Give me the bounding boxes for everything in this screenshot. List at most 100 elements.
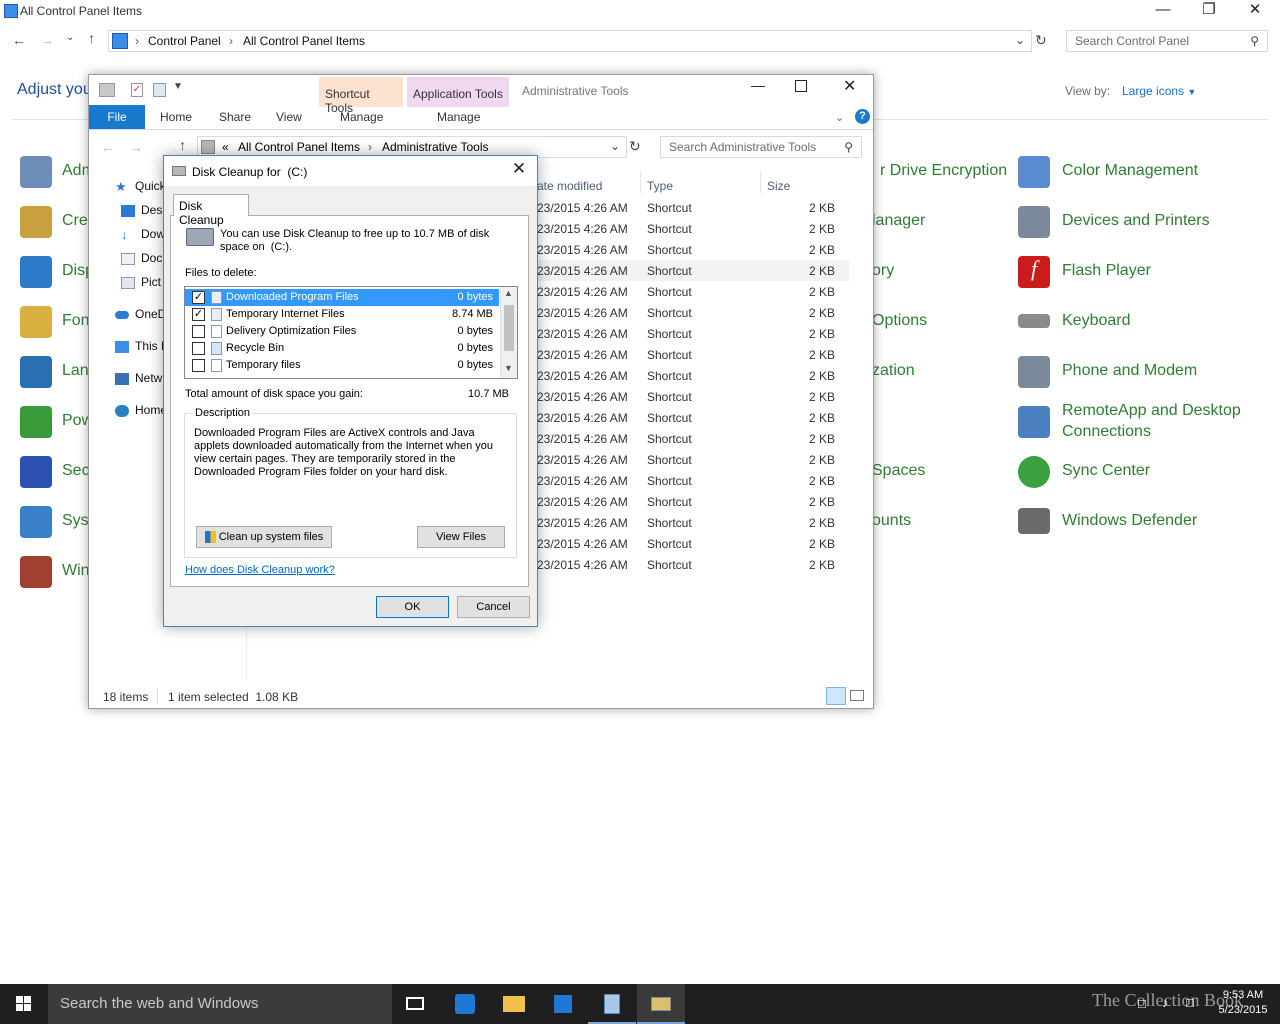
table-row[interactable]: 23/2015 4:26 AM Shortcut 2 KB: [529, 491, 849, 512]
tab-manage-application[interactable]: Manage: [437, 110, 480, 124]
properties-icon[interactable]: [99, 83, 115, 97]
breadcrumb-all-items[interactable]: All Control Panel Items: [243, 34, 365, 48]
expand-ribbon-icon[interactable]: ⌄: [835, 111, 844, 124]
taskbar-control-panel[interactable]: [588, 984, 636, 1024]
quick-access-dropdown-icon[interactable]: ▼: [173, 81, 183, 92]
address-dropdown-icon[interactable]: ⌄: [1015, 33, 1025, 47]
scroll-thumb[interactable]: [504, 305, 514, 351]
table-row[interactable]: 23/2015 4:26 AM Shortcut 2 KB: [529, 554, 849, 575]
tab-manage-shortcut[interactable]: Manage: [340, 110, 383, 124]
table-row[interactable]: 23/2015 4:26 AM Shortcut 2 KB: [529, 512, 849, 533]
cp-item-storage-spaces[interactable]: Spaces: [872, 462, 925, 480]
checkbox[interactable]: [192, 325, 205, 338]
taskbar-disk-cleanup[interactable]: [637, 984, 685, 1024]
table-row[interactable]: 23/2015 4:26 AM Shortcut 2 KB: [529, 449, 849, 470]
minimize-button[interactable]: —: [1140, 0, 1186, 22]
column-type[interactable]: Type: [647, 179, 673, 193]
tab-home[interactable]: Home: [160, 110, 192, 124]
close-button[interactable]: ✕: [1232, 0, 1278, 22]
help-link[interactable]: How does Disk Cleanup work?: [185, 564, 335, 576]
search-input[interactable]: Search Administrative Tools ⚲: [660, 136, 862, 158]
breadcrumb-control-panel[interactable]: Control Panel: [148, 34, 221, 48]
checkbox[interactable]: ✓: [192, 291, 205, 304]
tab-application-tools[interactable]: Application Tools: [407, 77, 509, 107]
nav-network[interactable]: Netw: [115, 371, 162, 385]
taskbar-file-explorer[interactable]: [490, 984, 538, 1024]
cp-item-manager[interactable]: lanager: [872, 212, 925, 230]
taskbar-store[interactable]: [539, 984, 587, 1024]
minimize-button[interactable]: —: [751, 77, 765, 93]
scroll-down-icon[interactable]: ▼: [504, 363, 513, 373]
close-button[interactable]: ✕: [507, 159, 531, 181]
table-row[interactable]: 23/2015 4:26 AM Shortcut 2 KB: [529, 323, 849, 344]
tab-view[interactable]: View: [276, 110, 302, 124]
search-input[interactable]: Search Control Panel ⚲: [1066, 30, 1268, 52]
nav-this-pc[interactable]: This P: [115, 339, 169, 353]
tab-shortcut-tools[interactable]: Shortcut Tools: [319, 77, 403, 115]
list-item[interactable]: Recycle Bin 0 bytes: [185, 340, 499, 357]
nav-onedrive[interactable]: OneD: [115, 307, 166, 321]
tab-file[interactable]: File: [89, 105, 145, 129]
tab-disk-cleanup[interactable]: Disk Cleanup: [173, 194, 249, 227]
column-separator[interactable]: [640, 171, 641, 193]
view-by-dropdown[interactable]: Large icons ▼: [1122, 84, 1196, 98]
refresh-icon[interactable]: ↻: [629, 138, 641, 155]
nav-quick-access[interactable]: ★ Quick: [115, 179, 166, 193]
breadcrumb-admin-tools[interactable]: Administrative Tools: [382, 140, 489, 154]
clean-up-system-files-button[interactable]: Clean up system files: [196, 526, 332, 548]
column-separator[interactable]: [760, 171, 761, 193]
files-list[interactable]: ✓ Downloaded Program Files 0 bytes ✓ Tempor…: [184, 286, 518, 379]
table-row[interactable]: 23/2015 4:26 AM Shortcut 2 KB: [529, 386, 849, 407]
up-arrow-icon[interactable]: ↑: [88, 30, 95, 46]
cp-item-personalization[interactable]: zation: [872, 362, 915, 380]
scroll-up-icon[interactable]: ▲: [504, 288, 513, 298]
back-arrow-icon[interactable]: ←: [101, 139, 115, 155]
forward-arrow-icon[interactable]: →: [40, 32, 54, 48]
column-size[interactable]: Size: [767, 179, 790, 193]
recent-locations-chevron-icon[interactable]: ⌄: [66, 32, 74, 43]
address-dropdown-icon[interactable]: ⌄: [610, 139, 620, 153]
ok-button[interactable]: OK: [376, 596, 449, 618]
nav-pictures[interactable]: Pict: [121, 275, 161, 289]
table-row[interactable]: 23/2015 4:26 AM Shortcut 2 KB: [529, 428, 849, 449]
table-row[interactable]: 23/2015 4:26 AM Shortcut 2 KB: [529, 365, 849, 386]
table-row[interactable]: 23/2015 4:26 AM Shortcut 2 KB: [529, 239, 849, 260]
close-button[interactable]: ✕: [843, 76, 856, 96]
nav-downloads[interactable]: ↓ Dow: [121, 227, 165, 241]
view-files-button[interactable]: View Files: [417, 526, 505, 548]
taskbar-edge[interactable]: [441, 984, 489, 1024]
up-arrow-icon[interactable]: ↑: [179, 137, 186, 153]
refresh-icon[interactable]: ↻: [1035, 32, 1047, 49]
back-arrow-icon[interactable]: ←: [12, 32, 26, 48]
list-item[interactable]: ✓ Downloaded Program Files 0 bytes: [185, 289, 499, 306]
new-folder-icon[interactable]: [153, 83, 166, 97]
table-row[interactable]: 23/2015 4:26 AM Shortcut 2 KB: [529, 533, 849, 554]
column-date-modified[interactable]: ate modified: [537, 179, 602, 193]
nav-desktop[interactable]: Desk: [121, 203, 168, 217]
address-bar[interactable]: › Control Panel › All Control Panel Item…: [108, 30, 1032, 52]
nav-documents[interactable]: Doc: [121, 251, 162, 265]
list-item[interactable]: ✓ Temporary Internet Files 8.74 MB: [185, 306, 499, 323]
cancel-button[interactable]: Cancel: [457, 596, 530, 618]
breadcrumb-overflow[interactable]: «: [222, 140, 229, 154]
cp-item-options[interactable]: Options: [872, 312, 927, 330]
table-row[interactable]: 23/2015 4:26 AM Shortcut 2 KB: [529, 470, 849, 491]
taskbar-search-input[interactable]: Search the web and Windows: [48, 984, 392, 1024]
table-row[interactable]: 23/2015 4:26 AM Shortcut 2 KB: [529, 344, 849, 365]
details-view-icon[interactable]: [826, 687, 846, 705]
large-icons-view-icon[interactable]: [850, 690, 864, 701]
nav-homegroup[interactable]: Home: [115, 403, 167, 417]
breadcrumb-all-items[interactable]: All Control Panel Items: [238, 140, 360, 154]
start-button[interactable]: [0, 984, 48, 1024]
checkbox[interactable]: [192, 342, 205, 355]
restore-button[interactable]: ❐: [1186, 0, 1232, 22]
table-row[interactable]: 23/2015 4:26 AM Shortcut 2 KB: [529, 407, 849, 428]
cp-item-drive-encryption[interactable]: r Drive Encryption: [880, 162, 1007, 180]
forward-arrow-icon[interactable]: →: [129, 139, 143, 155]
table-row[interactable]: 23/2015 4:26 AM Shortcut 2 KB: [529, 302, 849, 323]
table-row[interactable]: 23/2015 4:26 AM Shortcut 2 KB: [529, 218, 849, 239]
list-item[interactable]: Temporary files 0 bytes: [185, 357, 499, 374]
task-view-button[interactable]: [392, 984, 440, 1024]
help-icon[interactable]: ?: [855, 109, 870, 124]
checkbox[interactable]: [192, 359, 205, 372]
